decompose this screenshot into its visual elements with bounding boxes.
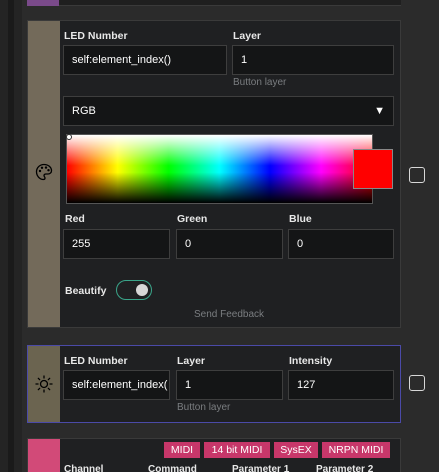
rail-line bbox=[8, 0, 14, 472]
green-field[interactable]: 0 bbox=[176, 229, 283, 259]
chevron-down-icon: ▼ bbox=[374, 105, 385, 117]
red-field[interactable]: 255 bbox=[63, 229, 170, 259]
led-card-side-strip bbox=[28, 21, 60, 327]
beautify-toggle[interactable] bbox=[116, 280, 152, 300]
layer-field[interactable]: 1 bbox=[232, 45, 394, 75]
led-number-field[interactable]: self:element_index() bbox=[63, 45, 227, 75]
editor-panel: LED Number self:element_index() Layer 1 … bbox=[0, 0, 439, 472]
layer-label: Layer bbox=[233, 30, 262, 42]
red-label: Red bbox=[65, 213, 85, 225]
beautify-label: Beautify bbox=[65, 285, 107, 297]
led-color-action-card: LED Number self:element_index() Layer 1 … bbox=[27, 20, 401, 328]
intensity-card-select-checkbox[interactable] bbox=[409, 375, 425, 391]
midi-tab[interactable]: MIDI bbox=[164, 442, 200, 458]
spectrum-picker-handle[interactable] bbox=[66, 134, 72, 140]
led-card-select-checkbox[interactable] bbox=[409, 167, 425, 183]
sun-icon bbox=[35, 375, 53, 393]
green-label: Green bbox=[177, 213, 208, 225]
intensity-label: Intensity bbox=[289, 355, 333, 367]
nrpn-midi-tab[interactable]: NRPN MIDI bbox=[322, 442, 390, 458]
command-column-label: Command bbox=[148, 464, 197, 472]
intensity-layer-field[interactable]: 1 bbox=[176, 370, 283, 400]
parameter2-column-label: Parameter 2 bbox=[316, 464, 374, 472]
channel-column-label: Channel bbox=[64, 464, 104, 472]
send-feedback-link[interactable]: Send Feedback bbox=[194, 309, 264, 320]
color-spectrum-picker[interactable] bbox=[66, 134, 373, 204]
color-mode-value: RGB bbox=[72, 105, 96, 117]
intensity-led-number-field[interactable]: self:element_index( bbox=[63, 370, 170, 400]
intensity-led-number-label: LED Number bbox=[64, 355, 128, 367]
layer-hint: Button layer bbox=[233, 77, 287, 88]
blue-field[interactable]: 0 bbox=[288, 229, 394, 259]
intensity-card-side-strip bbox=[28, 346, 60, 422]
intensity-layer-label: Layer bbox=[177, 355, 206, 367]
palette-icon bbox=[35, 163, 53, 181]
parameter1-column-label: Parameter 1 bbox=[232, 464, 290, 472]
selected-color-swatch bbox=[353, 149, 393, 189]
intensity-field[interactable]: 127 bbox=[288, 370, 394, 400]
left-rail bbox=[0, 0, 22, 472]
14bit-midi-tab[interactable]: 14 bit MIDI bbox=[204, 442, 270, 458]
led-number-label: LED Number bbox=[64, 30, 128, 42]
midi-card-side-strip bbox=[28, 439, 60, 472]
blue-label: Blue bbox=[289, 213, 312, 225]
previous-action-block bbox=[27, 0, 401, 6]
sysex-tab[interactable]: SysEX bbox=[274, 442, 318, 458]
previous-action-color-tab bbox=[27, 0, 59, 6]
led-intensity-action-card: LED Number self:element_index( Layer 1 B… bbox=[27, 345, 401, 423]
color-mode-select[interactable]: RGB ▼ bbox=[63, 96, 394, 126]
intensity-layer-hint: Button layer bbox=[177, 402, 231, 413]
toggle-knob bbox=[136, 284, 148, 296]
